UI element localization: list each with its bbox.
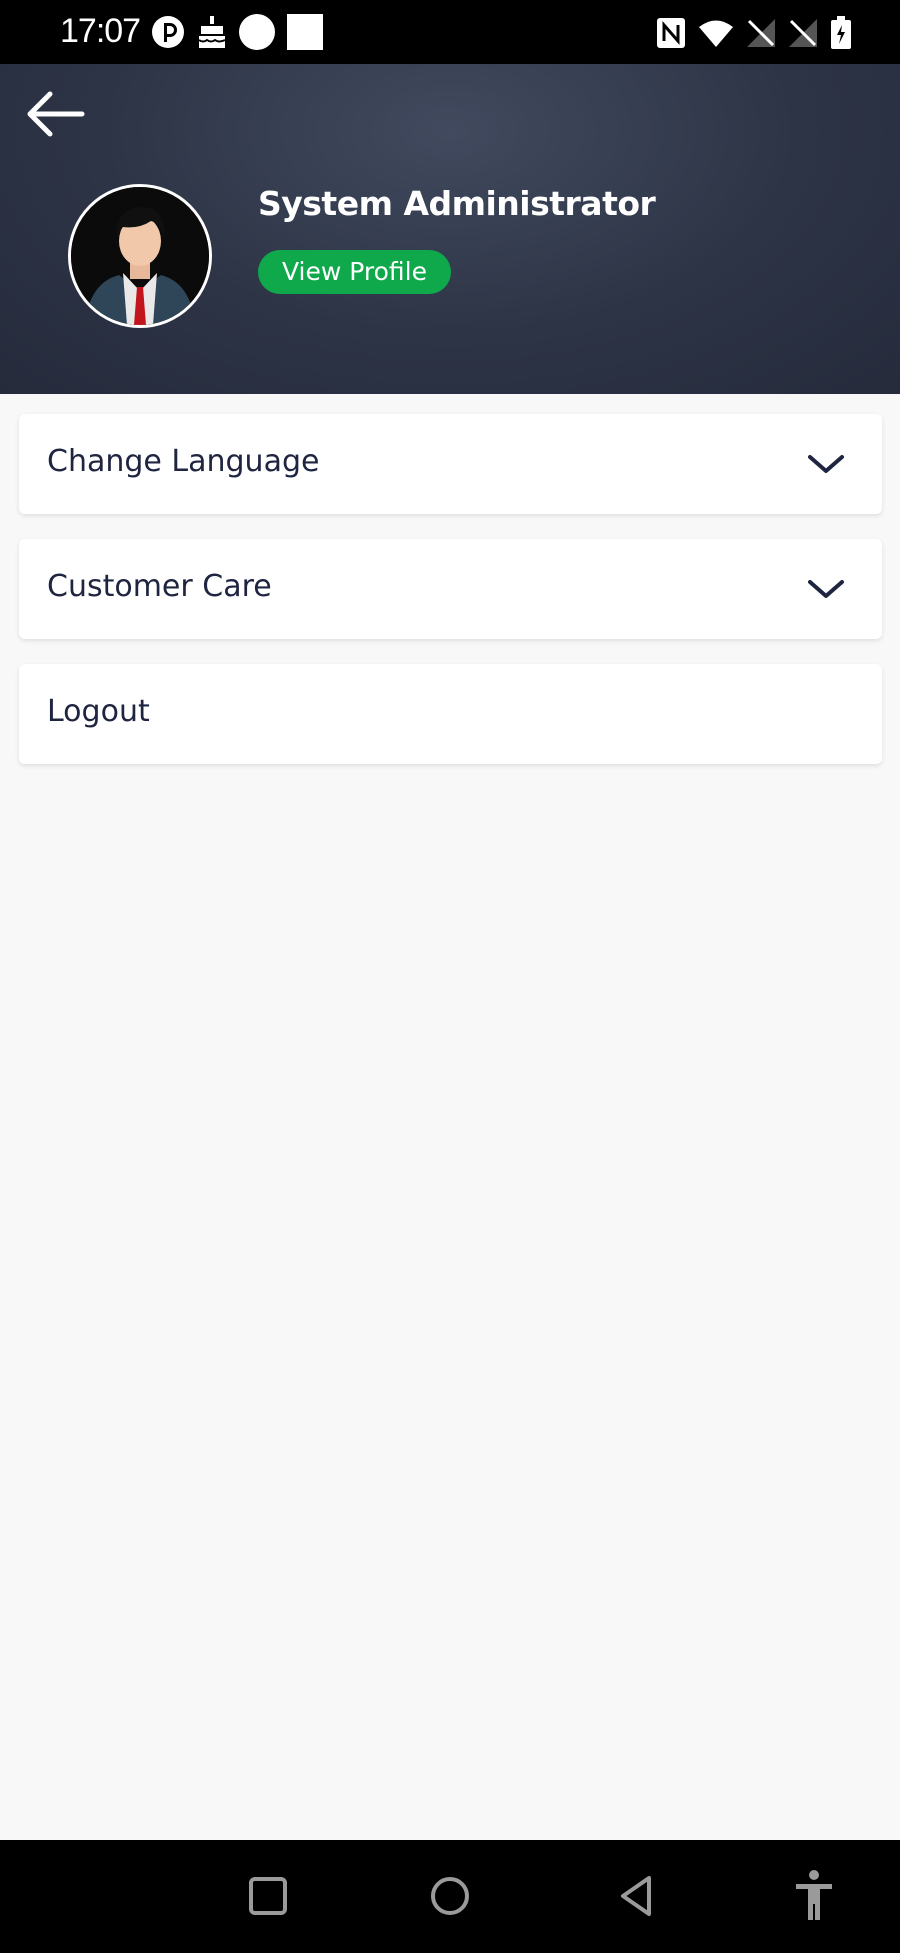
home-icon [431,1877,469,1915]
no-sim-icon [747,19,775,47]
no-sim-icon [789,19,817,47]
logout-item[interactable]: Logout [19,664,882,764]
view-profile-button[interactable]: View Profile [258,250,452,294]
back-nav-button[interactable] [605,1864,669,1928]
wifi-icon [699,20,733,47]
back-button[interactable] [22,88,86,140]
menu-item-label: Logout [47,694,150,729]
system-nav-bar [0,1840,900,1953]
avatar[interactable] [68,184,212,328]
nfc-icon [657,18,685,48]
data-saver-icon [152,16,184,48]
arrow-left-icon [27,91,85,137]
user-name: System Administrator [258,184,656,223]
home-button[interactable] [418,1864,482,1928]
menu-item-label: Change Language [47,444,320,479]
cake-icon [198,16,226,48]
status-left-icons [150,13,324,51]
accessibility-button[interactable] [782,1864,846,1928]
status-right-icons [656,16,852,50]
back-icon [621,1876,651,1916]
status-bar: 17:07 [0,0,900,64]
chevron-down-icon [808,455,844,473]
menu-item-label: Customer Care [47,569,272,604]
customer-care-item[interactable]: Customer Care [19,539,882,639]
change-language-item[interactable]: Change Language [19,414,882,514]
chevron-down-icon [808,580,844,598]
recents-icon [249,1877,287,1915]
accessibility-icon [796,1870,832,1920]
recents-button[interactable] [236,1864,300,1928]
status-time: 17:07 [60,12,141,50]
square-icon [287,14,323,50]
circle-icon [239,14,275,50]
user-avatar-icon [71,187,209,325]
battery-icon [831,16,851,49]
